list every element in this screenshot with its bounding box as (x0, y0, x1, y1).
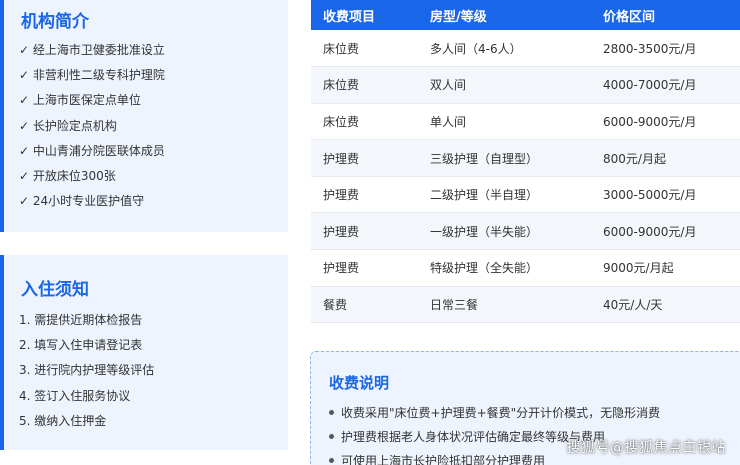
list-item: 4. 签订入住服务协议 (19, 388, 131, 403)
cell-price: 2800-3500元/月 (591, 30, 740, 68)
price-table: 收费项目 房型/等级 价格区间 床位费 多人间（4-6人） 2800-3500元… (311, 0, 740, 324)
table-row: 护理费 特级护理（全失能） 9000元/月起 (311, 249, 740, 287)
cell-type: 特级护理（全失能） (418, 249, 591, 287)
cell-item: 餐费 (311, 286, 418, 324)
cell-item: 床位费 (311, 103, 418, 141)
intro-card: 机构简介 ✓ 经上海市卫健委批准设立 ✓ 非营利性二级专科护理院 ✓ 上海市医保… (0, 0, 288, 232)
checkin-title: 入住须知 (21, 280, 89, 300)
cell-type: 多人间（4-6人） (418, 30, 591, 68)
cell-type: 单人间 (418, 103, 591, 141)
list-item: ✓ 上海市医保定点单位 (19, 93, 141, 108)
cell-price: 3000-5000元/月 (591, 176, 740, 214)
watermark: 搜狐号@搜狐焦点白银站 (566, 440, 726, 456)
page: 机构简介 ✓ 经上海市卫健委批准设立 ✓ 非营利性二级专科护理院 ✓ 上海市医保… (0, 0, 740, 465)
cell-price: 9000元/月起 (591, 249, 740, 287)
list-item: 1. 需提供近期体检报告 (19, 313, 143, 327)
list-item: ✓ 长护险定点机构 (19, 118, 117, 133)
cell-item: 护理费 (311, 139, 418, 177)
cell-price: 40元/人/天 (591, 286, 740, 324)
checkin-card: 入住须知 1. 需提供近期体检报告 2. 填写入住申请登记表 3. 进行院内护理… (0, 255, 288, 450)
list-item: ✓ 非营利性二级专科护理院 (19, 68, 165, 83)
list-item: ✓ 开放床位300张 (19, 168, 116, 183)
list-item: ✓ 中山青浦分院医联体成员 (19, 143, 165, 158)
cell-item: 床位费 (311, 30, 418, 68)
bullet-icon (329, 458, 334, 463)
cell-type: 三级护理（自理型） (418, 139, 591, 177)
cell-price: 4000-7000元/月 (591, 66, 740, 104)
cell-price: 6000-9000元/月 (591, 103, 740, 141)
cell-type: 日常三餐 (418, 286, 591, 324)
column-header-type: 房型/等级 (418, 0, 591, 30)
note-text: 护理费根据老人身体状况评估确定最终等级与费用 (341, 430, 606, 444)
cell-type: 二级护理（半自理） (418, 176, 591, 214)
intro-list: ✓ 经上海市卫健委批准设立 ✓ 非营利性二级专科护理院 ✓ 上海市医保定点单位 … (19, 40, 165, 216)
cell-item: 护理费 (311, 249, 418, 287)
list-item: 2. 填写入住申请登记表 (19, 338, 143, 353)
bullet-icon (329, 434, 334, 439)
column-header-price: 价格区间 (591, 0, 740, 30)
cell-item: 护理费 (311, 212, 418, 251)
list-item: 5. 缴纳入住押金 (19, 413, 107, 428)
intro-title: 机构简介 (21, 12, 89, 32)
table-row: 护理费 三级护理（自理型） 800元/月起 (311, 139, 740, 177)
table-header-row: 收费项目 房型/等级 价格区间 (311, 0, 740, 30)
table-row: 床位费 单人间 6000-9000元/月 (311, 103, 740, 141)
list-item: ✓ 经上海市卫健委批准设立 (19, 43, 165, 57)
list-item: ✓ 24小时专业医护值守 (19, 194, 145, 209)
cell-type: 双人间 (418, 66, 591, 104)
table-row: 护理费 二级护理（半自理） 3000-5000元/月 (311, 176, 740, 214)
fee-notes-title: 收费说明 (329, 374, 390, 392)
list-item: 3. 进行院内护理等级评估 (19, 363, 155, 378)
note-text: 收费采用"床位费+护理费+餐费"分开计价模式，无隐形消费 (341, 406, 661, 420)
cell-type: 一级护理（半失能） (418, 212, 591, 251)
cell-price: 800元/月起 (591, 139, 740, 177)
checkin-list: 1. 需提供近期体检报告 2. 填写入住申请登记表 3. 进行院内护理等级评估 … (19, 310, 154, 436)
cell-price: 6000-9000元/月 (591, 212, 740, 251)
cell-item: 护理费 (311, 176, 418, 214)
note-text: 可使用上海市长护险抵扣部分护理费用 (341, 454, 546, 465)
column-header-item: 收费项目 (311, 0, 418, 30)
price-table-wrapper: 收费项目 房型/等级 价格区间 床位费 多人间（4-6人） 2800-3500元… (311, 0, 740, 324)
table-row: 床位费 双人间 4000-7000元/月 (311, 66, 740, 104)
table-row: 床位费 多人间（4-6人） 2800-3500元/月 (311, 30, 740, 68)
table-row: 餐费 日常三餐 40元/人/天 (311, 286, 740, 324)
list-item: 收费采用"床位费+护理费+餐费"分开计价模式，无隐形消费 (329, 404, 660, 428)
bullet-icon (329, 410, 334, 415)
table-row: 护理费 一级护理（半失能） 6000-9000元/月 (311, 212, 740, 251)
cell-item: 床位费 (311, 66, 418, 104)
